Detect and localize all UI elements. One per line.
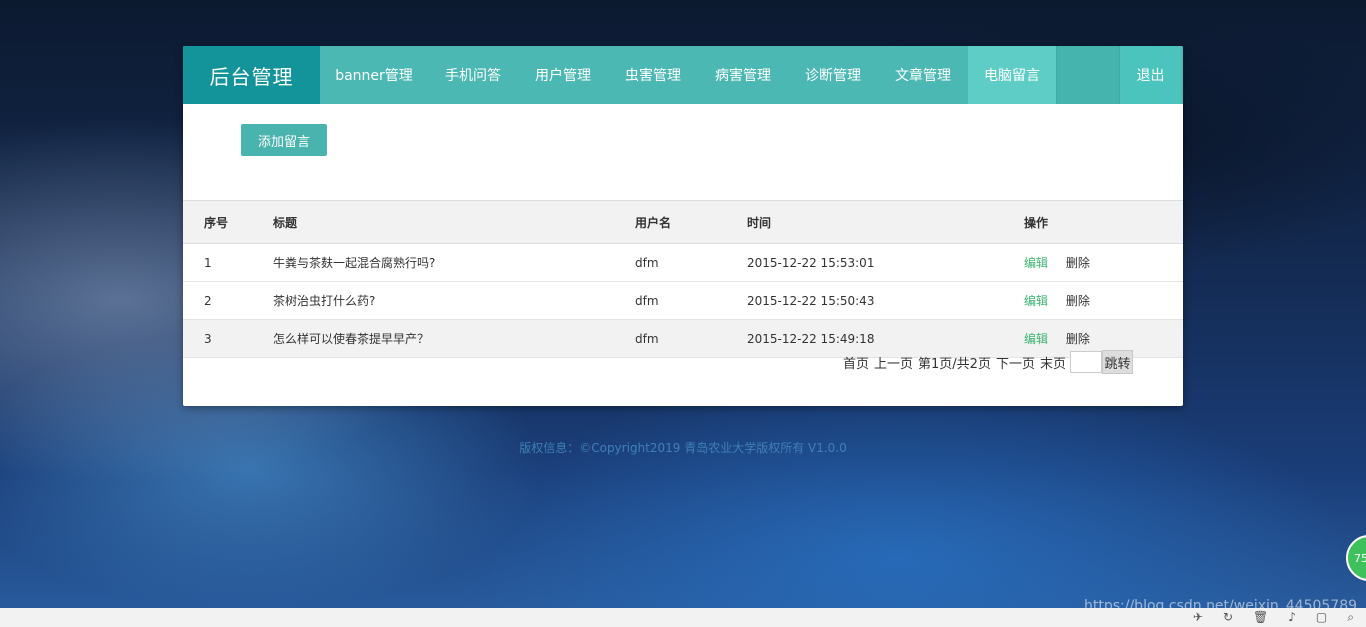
cell-no: 3 <box>183 319 272 358</box>
cell-user: dfm <box>634 319 746 358</box>
brand-title: 后台管理 <box>183 46 320 104</box>
cell-actions: 编辑 删除 <box>1023 281 1183 320</box>
edit-link[interactable]: 编辑 <box>1024 294 1048 308</box>
nav-list: banner管理 手机问答 用户管理 虫害管理 病害管理 诊断管理 文章管理 电… <box>320 46 1056 104</box>
cell-no: 2 <box>183 281 272 320</box>
cell-title: 怎么样可以使春茶提早早产？ <box>272 319 634 358</box>
browser-status-bar: ✈ ↻ 🗑 ♪ ▢ ⌕ <box>0 608 1366 627</box>
logout-button[interactable]: 退出 <box>1119 46 1181 104</box>
cell-actions: 编辑 删除 <box>1023 243 1183 282</box>
table-row: 1 牛粪与茶麸一起混合腐熟行吗? dfm 2015-12-22 15:53:01… <box>183 243 1183 282</box>
col-header-time: 时间 <box>746 200 1023 244</box>
trash-icon[interactable]: 🗑 <box>1253 610 1268 625</box>
cell-user: dfm <box>634 243 746 282</box>
status-icons: ✈ ↻ 🗑 ♪ ▢ ⌕ <box>1193 610 1354 625</box>
table-header-row: 序号 标题 用户名 时间 操作 <box>183 200 1183 244</box>
nav-item-articles[interactable]: 文章管理 <box>878 46 968 104</box>
cell-user: dfm <box>634 281 746 320</box>
volume-icon[interactable]: ♪ <box>1288 610 1296 625</box>
page-number-input[interactable] <box>1070 351 1102 373</box>
nav-item-diagnosis[interactable]: 诊断管理 <box>788 46 878 104</box>
admin-panel: 后台管理 banner管理 手机问答 用户管理 虫害管理 病害管理 诊断管理 文… <box>183 46 1183 406</box>
edit-link[interactable]: 编辑 <box>1024 332 1048 346</box>
nav-spacer <box>1056 46 1119 104</box>
nav-item-mobile-qa[interactable]: 手机问答 <box>428 46 518 104</box>
add-message-button[interactable]: 添加留言 <box>241 124 327 156</box>
message-table: 序号 标题 用户名 时间 操作 1 牛粪与茶麸一起混合腐熟行吗? dfm 201… <box>183 200 1183 358</box>
nav-item-pests[interactable]: 虫害管理 <box>608 46 698 104</box>
edit-link[interactable]: 编辑 <box>1024 256 1048 270</box>
prev-page-link[interactable]: 上一页 <box>874 353 913 372</box>
nav-item-diseases[interactable]: 病害管理 <box>698 46 788 104</box>
pagination: 首页 上一页 第1页/共2页 下一页 末页 跳转 <box>838 350 1133 374</box>
search-icon[interactable]: ⌕ <box>1347 610 1354 625</box>
cell-time: 2015-12-22 15:53:01 <box>746 243 1023 282</box>
refresh-icon[interactable]: ↻ <box>1223 610 1233 625</box>
copyright-text: 版权信息：©Copyright2019 青岛农业大学版权所有 V1.0.0 <box>519 441 847 455</box>
nav-item-pc-messages[interactable]: 电脑留言 <box>968 46 1056 104</box>
col-header-no: 序号 <box>183 200 272 244</box>
nav-item-users[interactable]: 用户管理 <box>518 46 608 104</box>
page-info: 第1页/共2页 <box>918 356 991 372</box>
speed-badge[interactable]: 75 <box>1346 535 1366 581</box>
first-page-link[interactable]: 首页 <box>843 353 869 372</box>
window-icon[interactable]: ▢ <box>1316 610 1327 625</box>
next-page-link[interactable]: 下一页 <box>996 353 1035 372</box>
cell-no: 1 <box>183 243 272 282</box>
delete-link[interactable]: 删除 <box>1066 256 1090 270</box>
pin-icon[interactable]: ✈ <box>1193 610 1203 625</box>
col-header-title: 标题 <box>272 200 634 244</box>
cell-title: 牛粪与茶麸一起混合腐熟行吗? <box>272 243 634 282</box>
last-page-link[interactable]: 末页 <box>1040 353 1066 372</box>
cell-time: 2015-12-22 15:50:43 <box>746 281 1023 320</box>
top-navbar: 后台管理 banner管理 手机问答 用户管理 虫害管理 病害管理 诊断管理 文… <box>183 46 1183 104</box>
cell-title: 茶树治虫打什么药? <box>272 281 634 320</box>
delete-link[interactable]: 删除 <box>1066 332 1090 346</box>
delete-link[interactable]: 删除 <box>1066 294 1090 308</box>
col-header-user: 用户名 <box>634 200 746 244</box>
nav-item-banner[interactable]: banner管理 <box>320 46 428 104</box>
jump-button[interactable]: 跳转 <box>1102 350 1133 374</box>
col-header-actions: 操作 <box>1023 200 1183 244</box>
table-row: 2 茶树治虫打什么药? dfm 2015-12-22 15:50:43 编辑 删… <box>183 281 1183 320</box>
